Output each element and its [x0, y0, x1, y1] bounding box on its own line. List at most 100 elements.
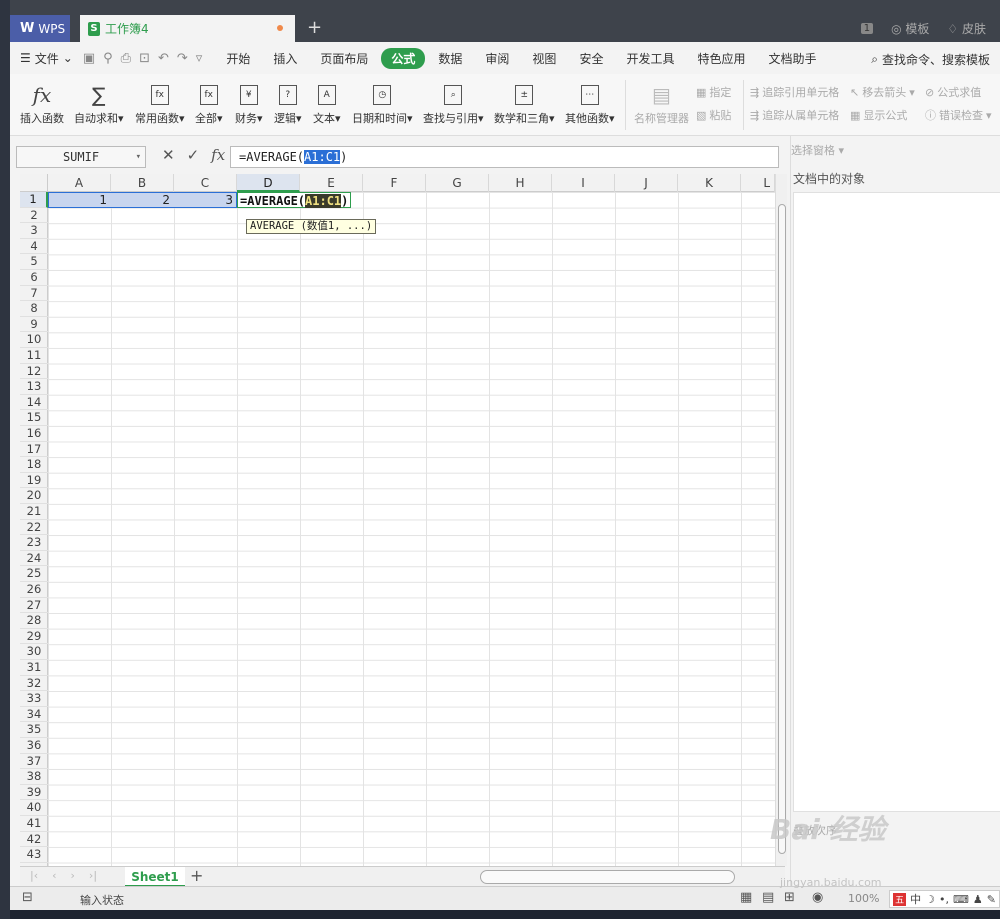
text-button[interactable]: A 文本▾ [313, 80, 341, 126]
row-header[interactable]: 12 [20, 364, 48, 380]
math-trig-button[interactable]: ± 数学和三角▾ [494, 80, 555, 126]
row-header[interactable]: 4 [20, 239, 48, 255]
normal-view-icon[interactable]: ▦ [740, 890, 752, 905]
chevron-down-icon[interactable]: ▾ [136, 147, 141, 167]
tab-insert[interactable]: 插入 [263, 48, 307, 69]
template-button[interactable]: ◎ 模板 [891, 20, 929, 37]
date-time-button[interactable]: ◷ 日期和时间▾ [352, 80, 413, 126]
row-header[interactable]: 39 [20, 785, 48, 801]
row-header[interactable]: 38 [20, 769, 48, 785]
tab-doc-assistant[interactable]: 文档助手 [758, 48, 826, 69]
row-header[interactable]: 24 [20, 551, 48, 567]
wps-home-tab[interactable]: W WPS [10, 15, 70, 42]
finance-button[interactable]: ¥ 财务▾ [235, 80, 263, 126]
column-header[interactable]: I [552, 174, 615, 192]
logic-button[interactable]: ? 逻辑▾ [274, 80, 302, 126]
row-header[interactable]: 14 [20, 395, 48, 411]
column-header[interactable]: E [300, 174, 363, 192]
row-header[interactable]: 32 [20, 676, 48, 692]
command-search[interactable]: ⌕ 查找命令、搜索模板 [871, 51, 990, 68]
page-break-view-icon[interactable]: ⊞ [784, 890, 795, 905]
ime-keyboard-icon[interactable]: ⌨ [953, 893, 969, 906]
common-functions-button[interactable]: fx 常用函数▾ [135, 80, 185, 126]
horizontal-scrollbar[interactable] [480, 870, 735, 884]
fx-icon[interactable]: fx [211, 146, 225, 164]
column-header[interactable]: F [363, 174, 426, 192]
save-icon[interactable]: ▣ [83, 51, 95, 66]
ime-moon-icon[interactable]: ☽ [925, 893, 935, 906]
trace-dependents-button[interactable]: ⇶ 追踪从属单元格 [750, 107, 839, 123]
error-check-button[interactable]: ⓘ 错误检查 ▾ [925, 107, 992, 123]
customize-icon[interactable]: ▿ [196, 51, 203, 66]
tab-page-layout[interactable]: 页面布局 [310, 48, 378, 69]
row-header[interactable]: 17 [20, 442, 48, 458]
next-sheet-icon[interactable]: › [71, 869, 75, 882]
ime-toolbar[interactable]: 五 中 ☽ •, ⌨ ♟ ✎ [889, 890, 1000, 908]
function-tooltip[interactable]: AVERAGE (数值1, ...) [246, 219, 377, 234]
row-header[interactable]: 1 [20, 192, 48, 208]
zoom-level[interactable]: 100% [848, 892, 879, 905]
new-tab-button[interactable]: + [307, 16, 322, 40]
tab-home[interactable]: 开始 [216, 48, 260, 69]
row-header[interactable]: 11 [20, 348, 48, 364]
cell-a1[interactable]: 1 [48, 192, 111, 208]
row-header[interactable]: 34 [20, 707, 48, 723]
row-header[interactable]: 42 [20, 832, 48, 848]
row-header[interactable]: 15 [20, 410, 48, 426]
select-all-corner[interactable] [20, 174, 48, 192]
tab-view[interactable]: 视图 [522, 48, 566, 69]
row-header[interactable]: 16 [20, 426, 48, 442]
tab-formulas[interactable]: 公式 [381, 47, 426, 69]
trace-precedents-button[interactable]: ⇶ 追踪引用单元格 [750, 84, 839, 100]
cell-c1[interactable]: 3 [174, 192, 237, 208]
row-header[interactable]: 6 [20, 270, 48, 286]
column-header[interactable]: G [426, 174, 489, 192]
row-header[interactable]: 43 [20, 847, 48, 863]
row-header[interactable]: 22 [20, 520, 48, 536]
row-header[interactable]: 40 [20, 800, 48, 816]
row-header[interactable]: 37 [20, 754, 48, 770]
ime-chinese-icon[interactable]: 中 [910, 891, 921, 907]
row-header[interactable]: 7 [20, 286, 48, 302]
objects-list[interactable] [793, 192, 1000, 812]
row-header[interactable]: 13 [20, 379, 48, 395]
ime-punct-icon[interactable]: •, [939, 893, 949, 906]
column-header[interactable]: B [111, 174, 174, 192]
tab-review[interactable]: 审阅 [475, 48, 519, 69]
row-header[interactable]: 20 [20, 488, 48, 504]
show-formula-button[interactable]: ▦ 显示公式 [850, 107, 907, 123]
row-header[interactable]: 35 [20, 722, 48, 738]
document-tab[interactable]: S 工作簿4 [80, 15, 295, 42]
cell-b1[interactable]: 2 [111, 192, 174, 208]
insert-function-button[interactable]: fx 插入函数 [20, 80, 64, 126]
row-header[interactable]: 27 [20, 598, 48, 614]
spreadsheet-grid[interactable]: A B C D E F G H I J K L 1 2 3 4 5 6 7 8 9 10 11 12 1… [20, 174, 775, 866]
column-header[interactable]: A [48, 174, 111, 192]
formula-input[interactable]: =AVERAGE(A1:C1) [230, 146, 779, 168]
column-header[interactable]: J [615, 174, 678, 192]
format-painter-icon[interactable]: ⚲ [103, 51, 113, 66]
tab-developer[interactable]: 开发工具 [616, 48, 684, 69]
vertical-scroll-thumb[interactable] [778, 204, 786, 854]
row-header[interactable]: 36 [20, 738, 48, 754]
file-menu[interactable]: ☰ 文件 ⌄ [20, 50, 73, 67]
row-header[interactable]: 30 [20, 644, 48, 660]
row-header[interactable]: 18 [20, 457, 48, 473]
row-header[interactable]: 28 [20, 613, 48, 629]
page-layout-view-icon[interactable]: ▤ [762, 890, 774, 905]
row-header[interactable]: 26 [20, 582, 48, 598]
row-header[interactable]: 9 [20, 317, 48, 333]
row-header[interactable]: 3 [20, 223, 48, 239]
add-sheet-button[interactable]: + [190, 867, 203, 885]
column-header[interactable]: L [741, 174, 775, 192]
sheet-status-icon[interactable]: ⊟ [22, 890, 33, 905]
autosum-button[interactable]: ∑ 自动求和▾ [74, 80, 124, 126]
column-header[interactable]: C [174, 174, 237, 192]
row-header[interactable]: 10 [20, 332, 48, 348]
column-header[interactable]: K [678, 174, 741, 192]
first-sheet-icon[interactable]: |‹ [30, 869, 38, 882]
tab-features[interactable]: 特色应用 [687, 48, 755, 69]
all-functions-button[interactable]: fx 全部▾ [195, 80, 223, 126]
tab-data[interactable]: 数据 [428, 48, 472, 69]
row-header[interactable]: 2 [20, 208, 48, 224]
